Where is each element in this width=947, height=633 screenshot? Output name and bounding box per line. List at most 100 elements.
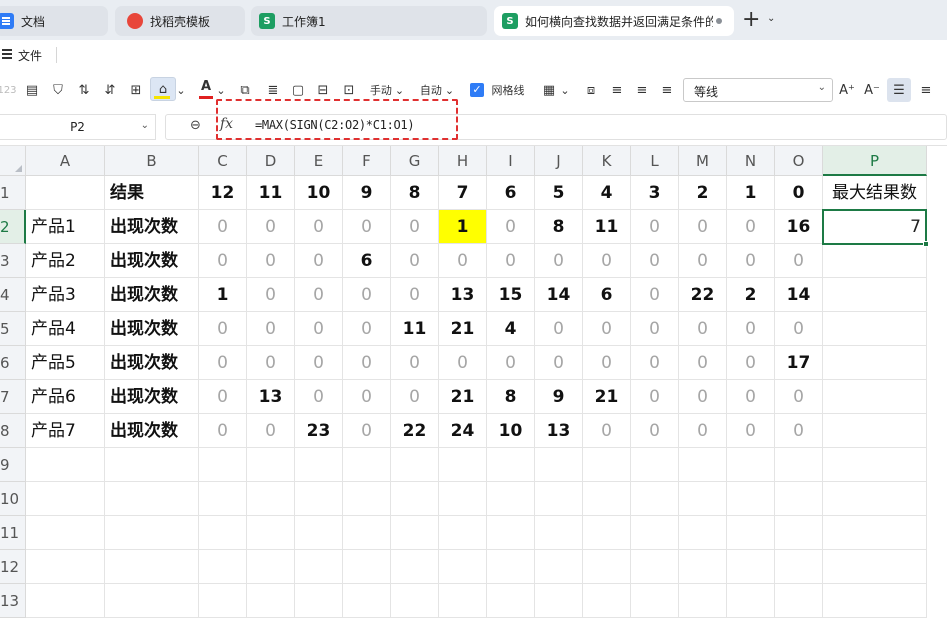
cell[interactable] bbox=[105, 448, 199, 482]
cell[interactable] bbox=[583, 482, 631, 516]
cell[interactable]: 6 bbox=[583, 278, 631, 312]
cell[interactable]: 0 bbox=[775, 414, 823, 448]
cell[interactable] bbox=[583, 448, 631, 482]
spreadsheet-grid[interactable]: A B C D E F G H I J K L M N O P 1 2 3 4 5 6 7 8 9 10 11 12 13 结果 12 11 1… bbox=[0, 146, 947, 633]
cell[interactable]: 0 bbox=[775, 176, 823, 210]
cell[interactable]: 14 bbox=[535, 278, 583, 312]
cell[interactable]: 出现次数 bbox=[105, 380, 199, 414]
cell[interactable]: 0 bbox=[727, 346, 775, 380]
increase-font-icon[interactable]: A⁺ bbox=[838, 78, 856, 102]
cell[interactable]: 0 bbox=[247, 312, 295, 346]
cell[interactable] bbox=[247, 550, 295, 584]
cell[interactable] bbox=[583, 584, 631, 618]
row-header[interactable]: 7 bbox=[0, 380, 26, 414]
row-header[interactable]: 10 bbox=[0, 482, 26, 516]
cell[interactable] bbox=[823, 346, 927, 380]
cell[interactable]: 0 bbox=[391, 244, 439, 278]
number-format-icon[interactable]: 123 bbox=[0, 78, 17, 102]
file-menu[interactable]: 文件 bbox=[18, 47, 42, 64]
cell[interactable] bbox=[26, 482, 105, 516]
cell[interactable] bbox=[439, 516, 487, 550]
cell[interactable] bbox=[679, 482, 727, 516]
cell[interactable] bbox=[583, 550, 631, 584]
cell[interactable]: 0 bbox=[199, 414, 247, 448]
cell[interactable]: 0 bbox=[391, 210, 439, 244]
cell[interactable] bbox=[391, 482, 439, 516]
cell[interactable]: 17 bbox=[775, 346, 823, 380]
cell[interactable]: 0 bbox=[295, 380, 343, 414]
cell[interactable]: 0 bbox=[631, 244, 679, 278]
cell[interactable]: 2 bbox=[727, 278, 775, 312]
cell[interactable] bbox=[535, 448, 583, 482]
column-header[interactable]: D bbox=[247, 146, 295, 176]
cell[interactable]: 10 bbox=[295, 176, 343, 210]
cell[interactable]: 2 bbox=[679, 176, 727, 210]
cell[interactable]: 0 bbox=[199, 244, 247, 278]
cell[interactable]: 0 bbox=[247, 346, 295, 380]
cell[interactable] bbox=[775, 550, 823, 584]
cell[interactable]: 0 bbox=[199, 210, 247, 244]
cell[interactable]: 0 bbox=[247, 278, 295, 312]
cell[interactable]: 0 bbox=[775, 244, 823, 278]
cell[interactable]: 1 bbox=[199, 278, 247, 312]
cell[interactable]: 0 bbox=[727, 244, 775, 278]
cell[interactable] bbox=[679, 448, 727, 482]
cell[interactable] bbox=[26, 176, 105, 210]
cell[interactable] bbox=[26, 516, 105, 550]
cell[interactable]: 0 bbox=[343, 414, 391, 448]
name-box[interactable]: P2 ⌄ bbox=[0, 114, 156, 140]
cell[interactable] bbox=[199, 448, 247, 482]
row-header[interactable]: 4 bbox=[0, 278, 26, 312]
table-style-icon[interactable]: ▦ bbox=[540, 78, 558, 102]
tab-templates[interactable]: 找稻壳模板 bbox=[115, 6, 245, 36]
cell[interactable]: 0 bbox=[199, 380, 247, 414]
cell[interactable]: 21 bbox=[583, 380, 631, 414]
cell[interactable] bbox=[343, 584, 391, 618]
cell[interactable] bbox=[535, 482, 583, 516]
cell[interactable] bbox=[343, 550, 391, 584]
cell[interactable] bbox=[199, 516, 247, 550]
cell[interactable]: 0 bbox=[679, 244, 727, 278]
cell[interactable]: 0 bbox=[727, 210, 775, 244]
cell[interactable] bbox=[439, 550, 487, 584]
cell[interactable]: 0 bbox=[295, 210, 343, 244]
cell[interactable] bbox=[247, 584, 295, 618]
cell[interactable]: 23 bbox=[295, 414, 343, 448]
cell[interactable]: 0 bbox=[679, 380, 727, 414]
cell[interactable] bbox=[727, 448, 775, 482]
cell[interactable]: 0 bbox=[775, 312, 823, 346]
cell[interactable] bbox=[775, 482, 823, 516]
row-header[interactable]: 8 bbox=[0, 414, 26, 448]
cell[interactable]: 0 bbox=[679, 210, 727, 244]
cell[interactable]: 24 bbox=[439, 414, 487, 448]
font-family-select[interactable]: 等线 ⌄ bbox=[683, 78, 833, 102]
cell[interactable]: 0 bbox=[631, 278, 679, 312]
row-header[interactable]: 13 bbox=[0, 584, 26, 618]
cell[interactable] bbox=[775, 448, 823, 482]
cell[interactable] bbox=[727, 482, 775, 516]
cell[interactable]: 10 bbox=[487, 414, 535, 448]
cell-icon[interactable]: ⧈ bbox=[582, 78, 600, 102]
cell[interactable]: 8 bbox=[391, 176, 439, 210]
cell[interactable]: 9 bbox=[535, 380, 583, 414]
filter-icon[interactable]: ⛉ bbox=[48, 78, 68, 102]
cell[interactable]: 出现次数 bbox=[105, 312, 199, 346]
cell[interactable] bbox=[823, 550, 927, 584]
cell[interactable] bbox=[823, 516, 927, 550]
font-color-icon[interactable]: A bbox=[198, 74, 214, 98]
cell[interactable] bbox=[26, 550, 105, 584]
cell[interactable]: 0 bbox=[295, 244, 343, 278]
zoom-icon[interactable]: ⊖ bbox=[190, 118, 201, 133]
cell[interactable]: 0 bbox=[631, 380, 679, 414]
column-header[interactable]: I bbox=[487, 146, 535, 176]
tab-workbook1[interactable]: S 工作簿1 bbox=[251, 6, 487, 36]
tab-documents[interactable]: 文档 bbox=[0, 6, 108, 36]
cell[interactable] bbox=[487, 584, 535, 618]
cell[interactable]: 16 bbox=[775, 210, 823, 244]
cell[interactable] bbox=[391, 516, 439, 550]
column-header[interactable]: H bbox=[439, 146, 487, 176]
cell[interactable] bbox=[535, 516, 583, 550]
cell[interactable] bbox=[823, 244, 927, 278]
cell[interactable]: 6 bbox=[343, 244, 391, 278]
cell[interactable]: 0 bbox=[439, 244, 487, 278]
